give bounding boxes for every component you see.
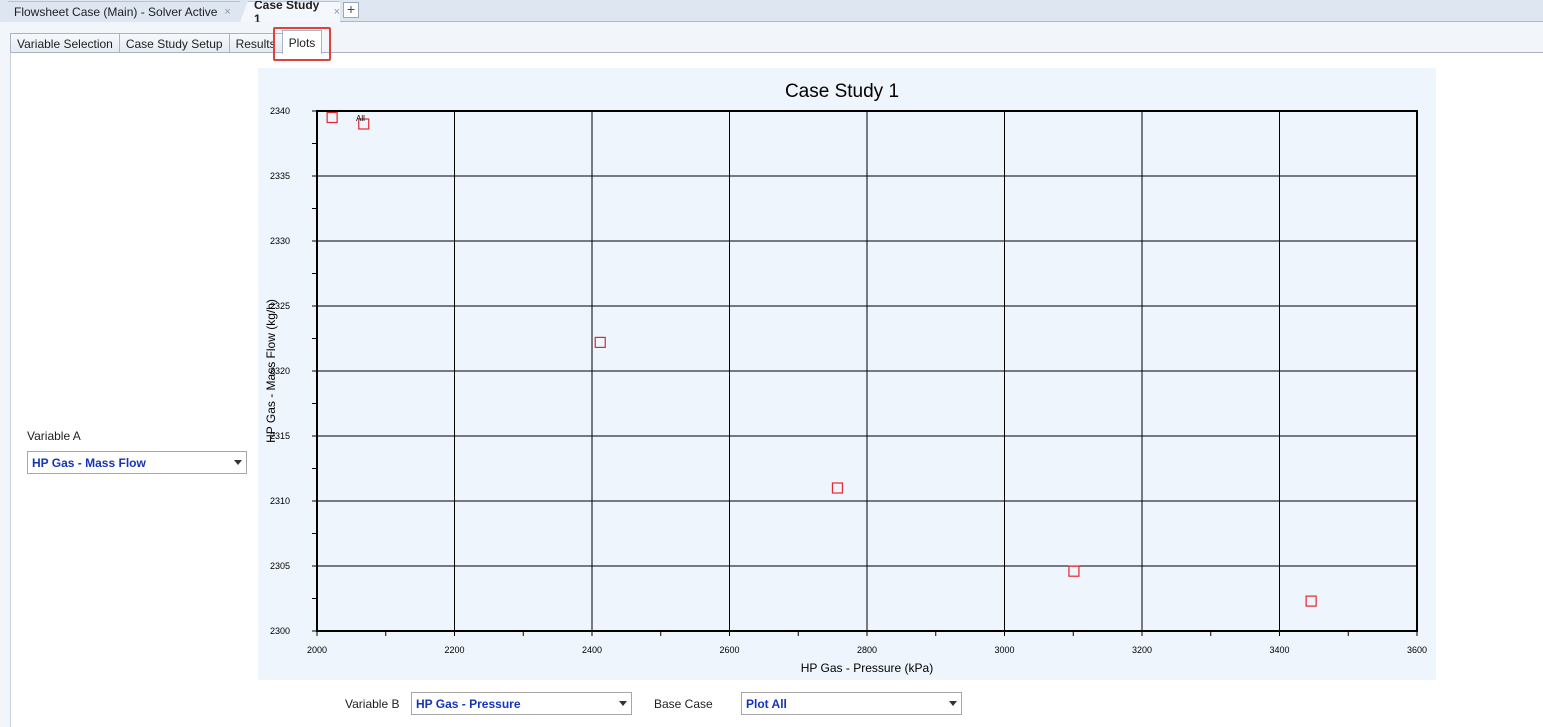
scatter-chart: Case Study 1 2000 2200 2400 2600 2800 3000 320… — [264, 81, 1427, 675]
chevron-down-icon — [619, 701, 627, 706]
variable-a-label: Variable A — [27, 429, 81, 443]
y-tick-label: 2340 — [270, 106, 290, 116]
tab-plots[interactable]: Plots — [281, 30, 323, 54]
chart-area: Case Study 1 2000 2200 2400 2600 2800 3000 320… — [258, 68, 1436, 680]
y-tick-label: 2305 — [270, 561, 290, 571]
x-tick-label: 2000 — [307, 645, 327, 655]
tab-variable-selection[interactable]: Variable Selection — [10, 33, 120, 54]
document-tab-bar: Flowsheet Case (Main) - Solver Active × … — [0, 0, 1543, 22]
y-tick-label: 2335 — [270, 171, 290, 181]
x-axis-label: HP Gas - Pressure (kPa) — [801, 661, 933, 675]
tab-flowsheet-case[interactable]: Flowsheet Case (Main) - Solver Active × — [0, 1, 240, 22]
tab-case-study-1[interactable]: Case Study 1 × — [240, 1, 340, 22]
variable-b-dropdown[interactable]: HP Gas - Pressure — [411, 692, 632, 715]
x-tick-label: 3000 — [994, 645, 1014, 655]
tab-flowsheet-case-label: Flowsheet Case (Main) - Solver Active — [14, 5, 218, 19]
close-icon[interactable]: × — [334, 6, 340, 18]
base-case-value: Plot All — [746, 696, 787, 711]
y-tick-label: 2310 — [270, 496, 290, 506]
variable-b-value: HP Gas - Pressure — [416, 696, 521, 711]
tab-case-study-setup[interactable]: Case Study Setup — [118, 33, 230, 54]
chart-title: Case Study 1 — [785, 81, 899, 102]
variable-b-label: Variable B — [345, 697, 400, 711]
variable-a-dropdown[interactable]: HP Gas - Mass Flow — [27, 451, 247, 474]
x-tick-label: 3400 — [1269, 645, 1289, 655]
y-tick-label: 2300 — [270, 626, 290, 636]
x-tick-label: 2200 — [444, 645, 464, 655]
chevron-down-icon — [949, 701, 957, 706]
legend-label-all: All — [356, 114, 365, 123]
close-icon[interactable]: × — [224, 6, 230, 18]
x-tick-label: 2400 — [582, 645, 602, 655]
add-tab-icon[interactable]: + — [343, 2, 359, 18]
x-tick-label: 2600 — [719, 645, 739, 655]
y-axis-label: HP Gas - Mass Flow (kg/h) — [264, 299, 278, 443]
base-case-label: Base Case — [654, 697, 713, 711]
x-tick-label: 3600 — [1407, 645, 1427, 655]
x-tick-label: 3200 — [1132, 645, 1152, 655]
x-tick-label: 2800 — [857, 645, 877, 655]
tab-results[interactable]: Results — [228, 33, 283, 54]
sub-tab-strip: Variable Selection Case Study Setup Resu… — [10, 30, 323, 54]
chevron-down-icon — [234, 460, 242, 465]
y-tick-label: 2330 — [270, 236, 290, 246]
base-case-dropdown[interactable]: Plot All — [741, 692, 962, 715]
variable-a-value: HP Gas - Mass Flow — [32, 455, 146, 470]
